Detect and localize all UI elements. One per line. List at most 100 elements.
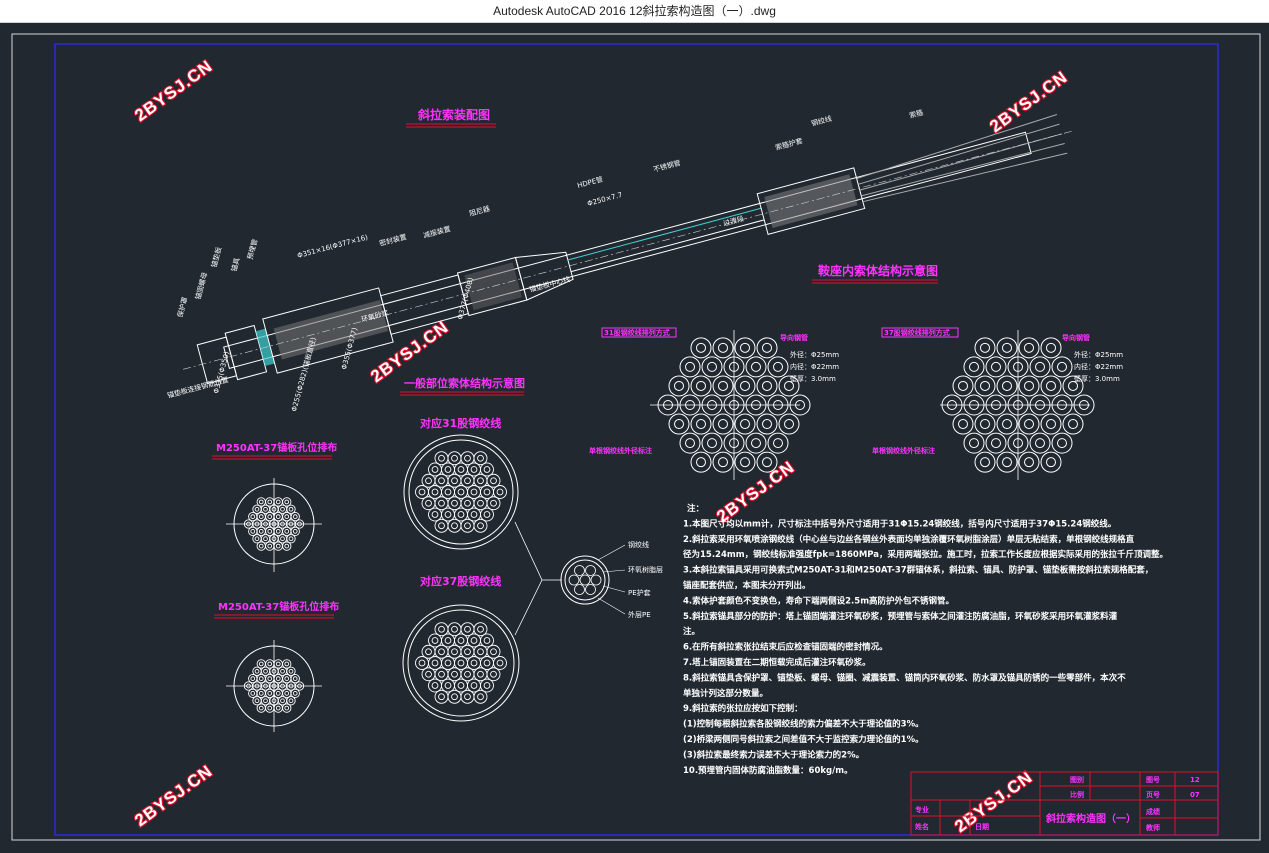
saddle-right-tube bbox=[1018, 451, 1040, 473]
strand-37-core bbox=[464, 625, 471, 633]
plate-a-hole-core bbox=[288, 506, 294, 512]
tb-scale-key: 比例 bbox=[1070, 790, 1084, 799]
strand-37-core bbox=[438, 670, 445, 678]
strand-37 bbox=[421, 644, 436, 659]
strand-37 bbox=[454, 633, 468, 648]
strand-37 bbox=[428, 678, 442, 693]
saddle-right-tube-core bbox=[1002, 342, 1012, 353]
label-damper: 阻尼器 bbox=[468, 204, 491, 218]
strand-31-core bbox=[444, 466, 452, 473]
tb-drawno-key: 图号 bbox=[1146, 775, 1160, 784]
saddle-left-tube-core bbox=[718, 457, 728, 468]
saddle-left-tube bbox=[690, 375, 712, 397]
strand-37 bbox=[434, 689, 449, 704]
strand-37-core bbox=[438, 625, 445, 633]
plate-a-hole-core bbox=[254, 506, 260, 512]
plate-b-hole-core bbox=[275, 661, 281, 667]
strand-37-core bbox=[444, 682, 452, 689]
drawing-canvas[interactable]: 2BYSJ.CN 2BYSJ.CN 2BYSJ.CN 2BYSJ.CN 2BYS… bbox=[0, 23, 1269, 849]
strand-31-core bbox=[425, 499, 432, 507]
saddle-left-tube-core bbox=[751, 438, 761, 449]
note-line: 4.索体护套颜色不变换色，寿命下端两侧设2.5m高防护外包不锈钢管。 bbox=[683, 595, 954, 606]
strand-31 bbox=[454, 485, 468, 499]
strand-31-core bbox=[464, 499, 471, 507]
plate-a-hole-core bbox=[275, 499, 281, 505]
plate-b-hole-core bbox=[267, 661, 273, 667]
strand-31 bbox=[428, 485, 442, 499]
saddle-left-tube bbox=[712, 451, 734, 473]
label-hoop: 索箍 bbox=[908, 108, 924, 120]
strand-31-core bbox=[470, 511, 478, 518]
saddle-right-spec3: 壁厚：3.0mm bbox=[1074, 374, 1120, 383]
plate-a-hole-core bbox=[292, 514, 298, 519]
plate-b-hole-core bbox=[292, 691, 298, 696]
plate-b-hole-core bbox=[250, 691, 256, 696]
strand-31 bbox=[467, 462, 481, 477]
plate-b-hole-core bbox=[275, 691, 281, 696]
saddle-right-tube bbox=[996, 337, 1018, 359]
saddle-left-title: 31股钢绞线排列方式 bbox=[604, 328, 670, 337]
saddle-left-tube-core bbox=[696, 419, 706, 430]
saddle-right-tube bbox=[952, 375, 974, 397]
plate-a-hole-core bbox=[258, 514, 264, 519]
inner-frame bbox=[54, 43, 1219, 836]
strand-37-core bbox=[490, 670, 497, 678]
saddle-right-tube-core bbox=[969, 438, 979, 449]
plate-b-hole-core bbox=[284, 676, 290, 681]
strand-37-core bbox=[438, 693, 445, 701]
strand-31 bbox=[415, 485, 429, 499]
plate-a-hole-core bbox=[275, 529, 281, 534]
cad-drawing: 2BYSJ.CN 2BYSJ.CN 2BYSJ.CN 2BYSJ.CN 2BYS… bbox=[11, 33, 1261, 841]
saddle-left-tube bbox=[690, 337, 712, 359]
label-nut: 锚固螺母 bbox=[193, 271, 209, 300]
strand-31-core bbox=[496, 488, 504, 496]
saddle-right-tube-core bbox=[1024, 419, 1034, 430]
strand-31-core bbox=[483, 511, 491, 518]
label-sleeve: 减振装置 bbox=[422, 224, 451, 240]
strand-31-core bbox=[438, 477, 445, 485]
strand-31 bbox=[473, 518, 488, 533]
strand-37 bbox=[460, 644, 475, 659]
saddle-right-tube-core bbox=[969, 361, 979, 372]
label-end-marker: 锚垫板中心线 bbox=[528, 274, 571, 294]
plate-a-hole-core bbox=[254, 536, 260, 542]
heading-saddle: 鞍座内索体结构示意图 bbox=[818, 263, 938, 278]
strand-31-core bbox=[477, 499, 484, 507]
strand-37-core bbox=[418, 659, 426, 667]
saddle-right-tube-core bbox=[1002, 380, 1012, 391]
strand-37-core bbox=[477, 670, 484, 678]
saddle-right-tube-core bbox=[1024, 342, 1034, 353]
saddle-left-tube-core bbox=[784, 419, 794, 430]
saddle-right-tube bbox=[1029, 432, 1051, 454]
strand-37 bbox=[434, 622, 449, 637]
strand-37 bbox=[473, 622, 488, 637]
strand-31 bbox=[473, 496, 488, 511]
note-line: 7.塔上锚固装置在二期恒载完成后灌注环氧砂浆。 bbox=[683, 657, 871, 668]
heading-assembly: 斜拉索装配图 bbox=[417, 107, 490, 122]
strand-31 bbox=[467, 507, 481, 522]
saddle-right-tube bbox=[974, 375, 996, 397]
strand-37-core bbox=[431, 682, 439, 689]
saddle-left-tube-core bbox=[740, 380, 750, 391]
saddle-left-tube-core bbox=[685, 361, 695, 372]
saddle-right-tube-core bbox=[1046, 457, 1056, 468]
strand-31 bbox=[447, 496, 462, 511]
saddle-left-spec1: 外径：Φ25mm bbox=[790, 350, 839, 359]
saddle-left-tube-core bbox=[685, 438, 695, 449]
strand-31 bbox=[441, 485, 455, 499]
strand-31-core bbox=[490, 499, 497, 507]
saddle-right-tube-core bbox=[1024, 380, 1034, 391]
strand-31-core bbox=[464, 477, 471, 485]
strand-37 bbox=[473, 644, 488, 659]
plate-a-hole-core bbox=[263, 536, 268, 542]
saddle-left-tube bbox=[712, 375, 734, 397]
strand-31-core bbox=[431, 466, 439, 473]
saddle-left-tube-core bbox=[762, 380, 772, 391]
saddle-right-tube-core bbox=[1024, 457, 1034, 468]
saddle-right-tube bbox=[1040, 375, 1062, 397]
strand-37 bbox=[428, 633, 442, 648]
strand-31-core bbox=[457, 488, 465, 496]
saddle-right-tube-core bbox=[1046, 380, 1056, 391]
saddle-left-tube bbox=[679, 356, 701, 378]
strand-37-core bbox=[470, 637, 478, 644]
